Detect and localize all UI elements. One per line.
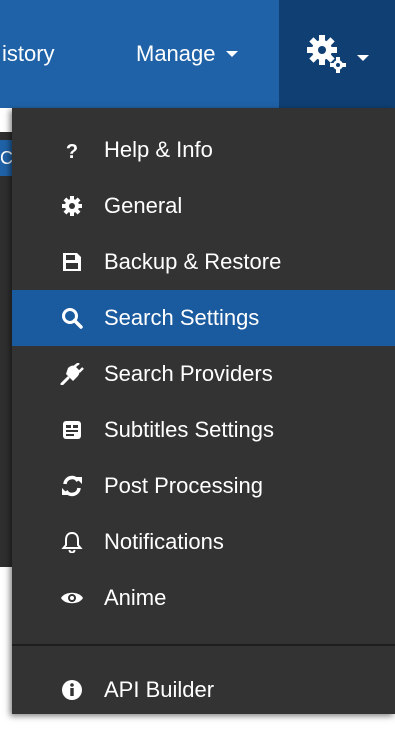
menu-item-label: API Builder bbox=[104, 677, 215, 702]
nav-manage-label: Manage bbox=[136, 41, 216, 66]
question-icon: ? bbox=[60, 138, 84, 162]
subtitles-icon bbox=[60, 418, 84, 442]
config-dropdown-menu: ? Help & Info General Backup & Restore S… bbox=[12, 108, 395, 714]
menu-item-label: Help & Info bbox=[104, 137, 213, 162]
nav-history-label: istory bbox=[2, 41, 55, 66]
menu-item-search-providers[interactable]: Search Providers bbox=[12, 346, 395, 402]
menu-item-anime[interactable]: Anime bbox=[12, 570, 395, 626]
nav-config-dropdown[interactable] bbox=[279, 0, 395, 108]
menu-item-notifications[interactable]: Notifications bbox=[12, 514, 395, 570]
menu-item-label: General bbox=[104, 193, 183, 218]
menu-item-post-processing[interactable]: Post Processing bbox=[12, 458, 395, 514]
menu-item-label: Search Settings bbox=[104, 305, 260, 330]
menu-item-label: Notifications bbox=[104, 529, 224, 554]
floppy-disk-icon bbox=[60, 250, 84, 274]
menu-item-subtitles-settings[interactable]: Subtitles Settings bbox=[12, 402, 395, 458]
menu-item-label: Subtitles Settings bbox=[104, 417, 274, 442]
menu-item-backup-restore[interactable]: Backup & Restore bbox=[12, 234, 395, 290]
menu-item-label: Post Processing bbox=[104, 473, 263, 498]
gears-icon bbox=[305, 32, 349, 76]
info-circle-icon bbox=[60, 678, 84, 702]
menu-item-label: Backup & Restore bbox=[104, 249, 282, 274]
svg-text:?: ? bbox=[66, 141, 78, 162]
menu-item-search-settings[interactable]: Search Settings bbox=[12, 290, 395, 346]
menu-item-api-builder[interactable]: API Builder bbox=[12, 662, 395, 718]
menu-item-label: Anime bbox=[104, 585, 167, 610]
menu-divider bbox=[12, 644, 395, 646]
search-icon bbox=[60, 306, 84, 330]
nav-manage-dropdown[interactable]: Manage bbox=[136, 0, 238, 108]
refresh-icon bbox=[60, 474, 84, 498]
plug-icon bbox=[60, 362, 84, 386]
bell-icon bbox=[60, 530, 84, 554]
gear-icon bbox=[60, 194, 84, 218]
top-navbar: istory Manage bbox=[0, 0, 395, 108]
menu-item-general[interactable]: General bbox=[12, 178, 395, 234]
caret-down-icon bbox=[357, 55, 369, 61]
page-content-edge bbox=[0, 132, 12, 567]
caret-down-icon bbox=[225, 51, 238, 57]
menu-item-help-info[interactable]: ? Help & Info bbox=[12, 122, 395, 178]
menu-item-label: Search Providers bbox=[104, 361, 273, 386]
nav-history-link[interactable]: istory bbox=[0, 0, 55, 108]
eye-icon bbox=[60, 586, 84, 610]
